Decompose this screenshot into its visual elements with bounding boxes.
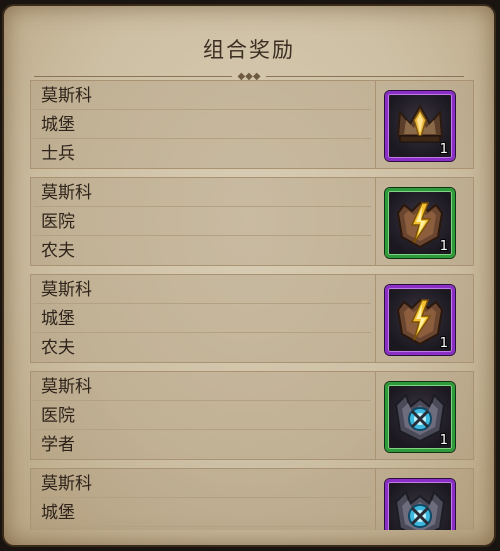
reward-slot[interactable]: 1 [385,285,455,355]
combo-unit: 农夫 [41,241,75,261]
reward-quantity: 1 [439,433,448,448]
combo-row: 莫斯科 城堡 1 [30,468,474,530]
combo-building: 医院 [33,403,371,430]
combo-city: 莫斯科 [33,277,371,304]
reward-quantity: 1 [439,239,448,254]
combo-building: 城堡 [33,500,371,527]
reward-slot[interactable]: 1 [385,188,455,258]
combo-rewards-panel: 组合奖励 ◆◆◆ 莫斯科 城堡 士兵 1 莫斯科 医院 农夫 1 莫斯科 城堡 … [4,6,494,545]
combo-row: 莫斯科 医院 农夫 1 [30,177,474,266]
combo-city: 莫斯科 [33,374,371,401]
combo-unit [33,529,371,530]
reward-slot[interactable]: 1 [385,382,455,452]
combo-building: 医院 [33,209,371,236]
combo-row: 莫斯科 城堡 士兵 1 [30,80,474,169]
combo-unit: 农夫 [41,338,75,358]
reward-quantity: 1 [439,336,448,351]
combo-city: 莫斯科 [33,180,371,207]
combo-unit: 士兵 [41,144,75,164]
combo-row: 莫斯科 城堡 农夫 1 [30,274,474,363]
reward-slot[interactable]: 1 [385,91,455,161]
combo-row: 莫斯科 医院 学者 1 [30,371,474,460]
combo-unit: 学者 [41,435,75,455]
combo-building: 城堡 [33,112,371,139]
combo-building: 城堡 [33,306,371,333]
dialog-title: 组合奖励 [203,38,295,62]
combo-list[interactable]: 莫斯科 城堡 士兵 1 莫斯科 医院 农夫 1 莫斯科 城堡 农夫 1 莫斯科 … [30,80,474,530]
combo-city: 莫斯科 [33,471,371,498]
reward-slot[interactable]: 1 [385,479,455,530]
blue-orb-emblem-icon [394,490,446,530]
reward-quantity: 1 [439,142,448,157]
combo-city: 莫斯科 [33,83,371,110]
